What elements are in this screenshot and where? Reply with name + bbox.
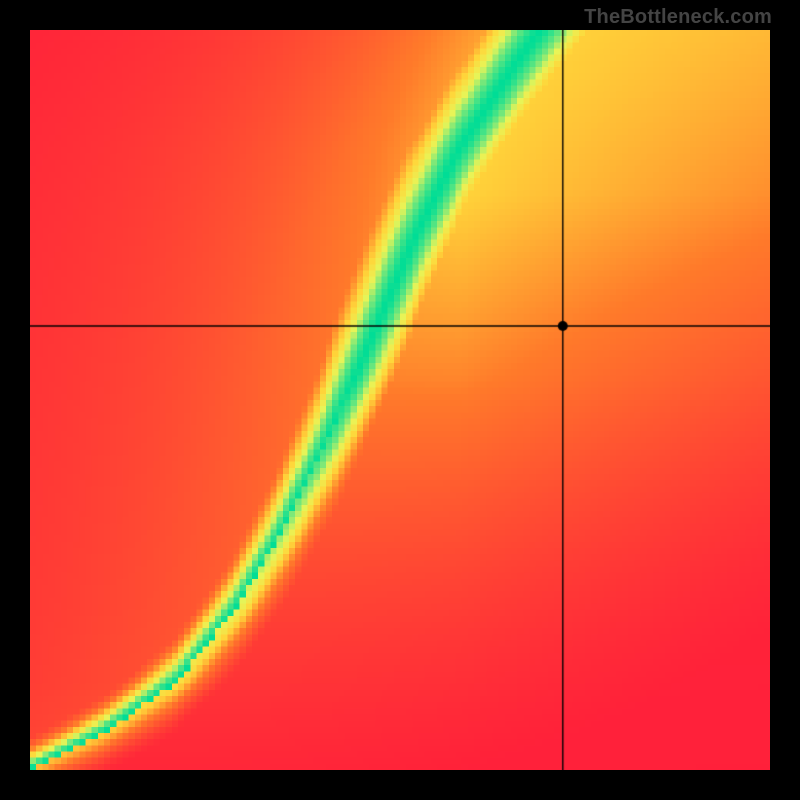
watermark-text: TheBottleneck.com — [584, 6, 772, 29]
chart-frame: TheBottleneck.com — [0, 0, 800, 800]
crosshair-overlay — [30, 30, 770, 770]
